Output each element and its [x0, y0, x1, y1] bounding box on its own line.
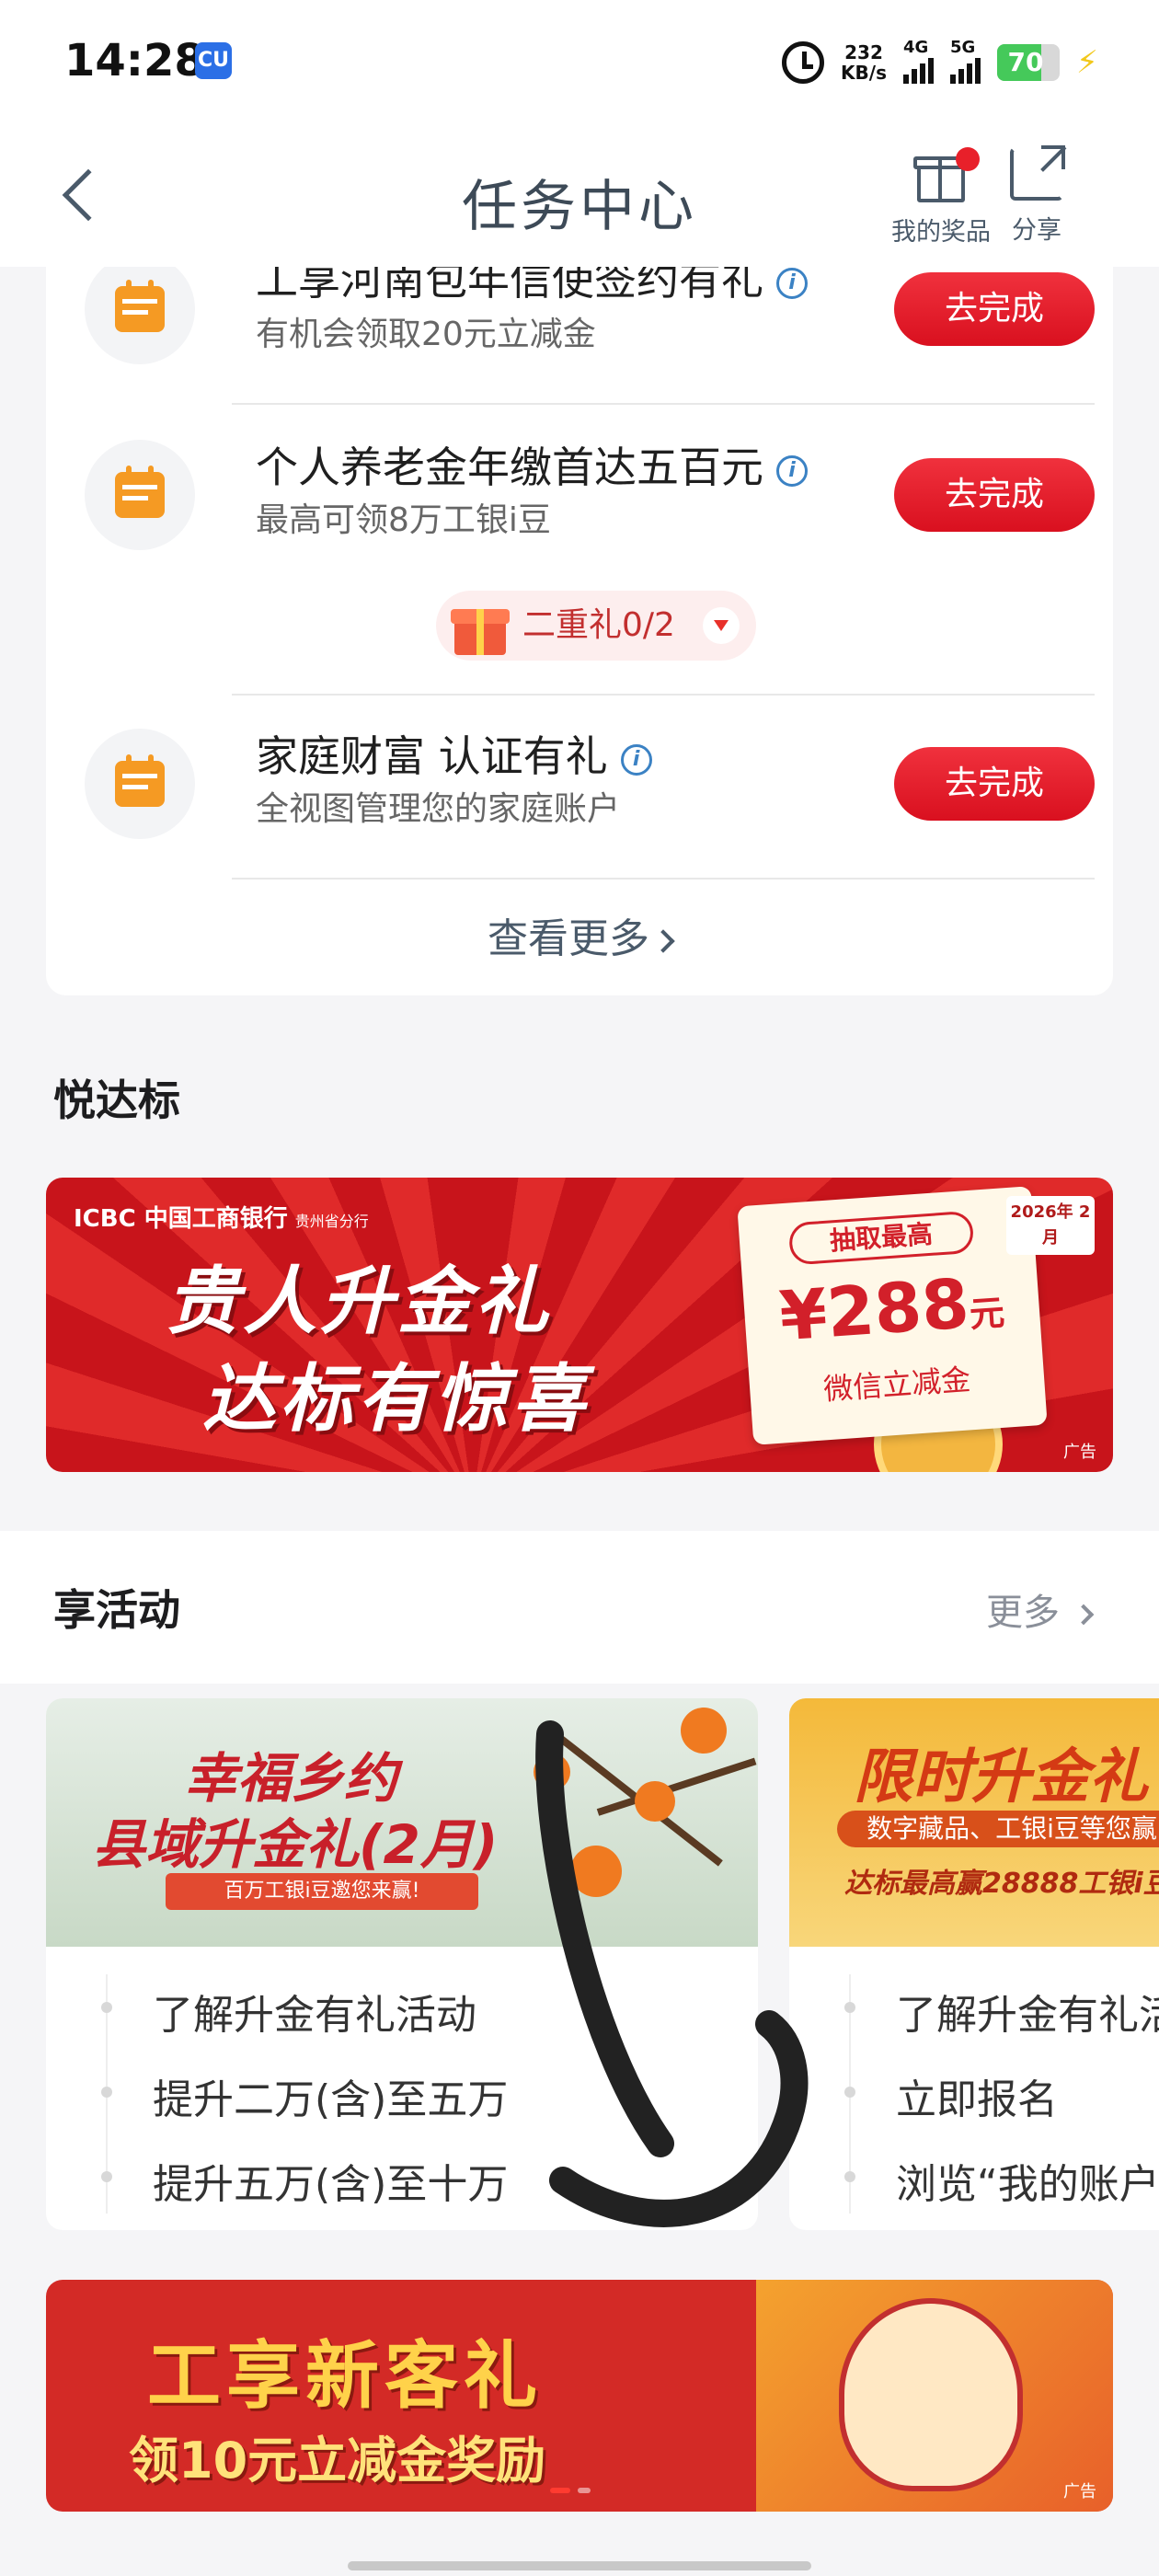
more-label: 更多 — [986, 1592, 1060, 1634]
see-more-label: 查看更多 — [488, 915, 649, 962]
task-desc: 有机会领取20元立减金 — [256, 316, 596, 353]
activity-list-item[interactable]: 了解升金有礼活动 — [789, 1965, 1159, 2050]
task-title: 个人养老金年缴首达五百元 i — [256, 434, 808, 495]
activity-list: 了解升金有礼活动 立即报名 浏览“我的账户” — [789, 1965, 1159, 2219]
signal-5g-label: 5G — [950, 38, 976, 57]
activity-list-item[interactable]: 了解升金有礼活动 — [46, 1965, 758, 2050]
task-item: 家庭财富 认证有礼 i 全视图管理您的家庭账户 去完成 — [46, 729, 1113, 876]
activity-list: 了解升金有礼活动 提升二万(含)至五万 提升五万(含)至十万 — [46, 1965, 758, 2219]
promo-banner-new-customer[interactable]: 工享新客礼 领10元立减金奖励 广告 — [46, 2280, 1113, 2512]
banner-date: 2026年 2月 — [1006, 1196, 1095, 1255]
banner-headline: 贵人升金礼 — [166, 1259, 552, 1344]
activity-title: 限时升金礼 — [854, 1743, 1148, 1811]
ad-tag: 广告 — [1063, 1443, 1096, 1462]
battery-level: 70 — [1007, 47, 1044, 77]
activity-subtitle: 百万工银i豆邀您来赢! — [166, 1873, 478, 1910]
activity-image: 限时升金礼 数字藏品、工银i豆等您赢 达标最高赢28888工银i豆 — [789, 1698, 1159, 1947]
banner-illustration — [756, 2280, 1113, 2512]
expand-arrow-icon — [703, 607, 740, 644]
section-title-reach: 悦达标 — [53, 1075, 180, 1125]
task-desc: 全视图管理您的家庭账户 — [256, 790, 621, 828]
horse-mascot-icon — [839, 2298, 1023, 2491]
network-speed: 232 KB/s — [841, 42, 887, 83]
share-button[interactable]: 分享 — [977, 145, 1096, 246]
info-icon[interactable]: i — [620, 743, 652, 776]
pager-dot — [578, 2488, 591, 2493]
task-item: 工享河南包年信使签约有礼 i 有机会领取20元立减金 去完成 — [46, 267, 1113, 401]
activity-list-item[interactable]: 提升五万(含)至十万 — [46, 2134, 758, 2219]
reward-card-amount: ¥288元 — [776, 1264, 1006, 1357]
go-complete-button[interactable]: 去完成 — [894, 747, 1095, 821]
app-notification-icon: CU — [195, 42, 232, 79]
charging-icon: ⚡ — [1076, 44, 1098, 81]
gift-box-icon — [451, 600, 510, 655]
share-icon — [1010, 145, 1065, 201]
home-indicator[interactable] — [348, 2561, 811, 2570]
info-icon[interactable]: i — [776, 454, 808, 487]
status-bar: 14:28 CU 232 KB/s 4G 5G 70 ⚡ — [0, 0, 1159, 129]
double-gift-label: 二重礼0/2 — [522, 606, 675, 644]
reward-card-top: 抽取最高 — [787, 1210, 975, 1266]
pager-dot — [550, 2488, 570, 2493]
activities-carousel[interactable]: 幸福乡约 县域升金礼(2月) 百万工银i豆邀您来赢! 了解升金有礼活动 提升二万… — [0, 1684, 1159, 2254]
promo-banner[interactable]: ICBC 中国工商银行 贵州省分行 贵人升金礼 达标有惊喜 抽取最高 ¥288元 … — [46, 1178, 1113, 1472]
alarm-icon — [782, 41, 825, 84]
calendar-icon — [85, 440, 195, 550]
activity-image: 幸福乡约 县域升金礼(2月) 百万工银i豆邀您来赢! — [46, 1698, 758, 1947]
double-gift-toggle[interactable]: 二重礼0/2 — [436, 591, 756, 661]
see-more-button[interactable]: 查看更多 — [46, 905, 1113, 964]
activity-subtitle-2: 达标最高赢28888工银i豆 — [844, 1868, 1159, 1900]
more-link[interactable]: 更多 — [986, 1582, 1095, 1636]
reward-card-bottom: 微信立减金 — [822, 1362, 972, 1408]
activity-card[interactable]: 幸福乡约 县域升金礼(2月) 百万工银i豆邀您来赢! 了解升金有礼活动 提升二万… — [46, 1698, 758, 2230]
task-title: 工享河南包年信使签约有礼 i — [256, 267, 808, 307]
activity-list-item[interactable]: 浏览“我的账户” — [789, 2134, 1159, 2219]
reward-card: 抽取最高 ¥288元 微信立减金 — [737, 1186, 1048, 1445]
bank-logo: ICBC 中国工商银行 贵州省分行 — [74, 1205, 369, 1233]
signal-4g-icon: 4G — [903, 38, 934, 84]
task-title: 家庭财富 认证有礼 i — [256, 723, 652, 784]
calendar-icon — [85, 729, 195, 839]
gift-icon — [913, 147, 980, 202]
network-speed-unit: KB/s — [841, 62, 887, 84]
divider — [232, 403, 1095, 405]
nav-bar: 任务中心 我的奖品 分享 — [0, 129, 1159, 267]
activity-list-item[interactable]: 立即报名 — [789, 2050, 1159, 2134]
signal-4g-label: 4G — [903, 38, 929, 57]
calendar-icon — [85, 267, 195, 364]
signal-5g-icon: 5G — [950, 38, 981, 84]
chevron-right-icon — [651, 929, 675, 953]
divider — [232, 694, 1095, 696]
status-icons: 232 KB/s 4G 5G 70 ⚡ — [782, 37, 1098, 88]
activity-subtitle: 数字藏品、工银i豆等您赢 — [837, 1811, 1159, 1847]
info-icon[interactable]: i — [776, 267, 808, 299]
go-complete-button[interactable]: 去完成 — [894, 458, 1095, 532]
divider — [232, 878, 1095, 880]
ad-tag: 广告 — [1063, 2482, 1096, 2501]
banner-subheadline: 达标有惊喜 — [202, 1356, 589, 1442]
task-list-card: 工享河南包年信使签约有礼 i 有机会领取20元立减金 去完成 个人养老金年缴首达五… — [46, 267, 1113, 995]
banner-headline: 工享新客礼 — [147, 2333, 543, 2419]
section-title-activities: 享活动 — [53, 1585, 180, 1635]
activities-header: 享活动 更多 — [0, 1531, 1159, 1684]
status-time: 14:28 — [64, 35, 205, 86]
share-label: 分享 — [1012, 216, 1061, 245]
banner-pager — [550, 2488, 591, 2493]
go-complete-button[interactable]: 去完成 — [894, 272, 1095, 346]
task-desc: 最高可领8万工银i豆 — [256, 501, 551, 539]
battery-icon: 70 — [997, 44, 1060, 81]
activity-card[interactable]: 限时升金礼 数字藏品、工银i豆等您赢 达标最高赢28888工银i豆 了解升金有礼… — [789, 1698, 1159, 2230]
banner-subheadline: 领10元立减金奖励 — [129, 2432, 546, 2490]
chevron-right-icon — [1073, 1604, 1095, 1626]
activity-title-2: 县域升金礼(2月) — [92, 1813, 499, 1876]
activity-list-item[interactable]: 提升二万(含)至五万 — [46, 2050, 758, 2134]
network-speed-value: 232 — [844, 41, 883, 63]
task-item: 个人养老金年缴首达五百元 i 最高可领8万工银i豆 去完成 — [46, 440, 1113, 587]
